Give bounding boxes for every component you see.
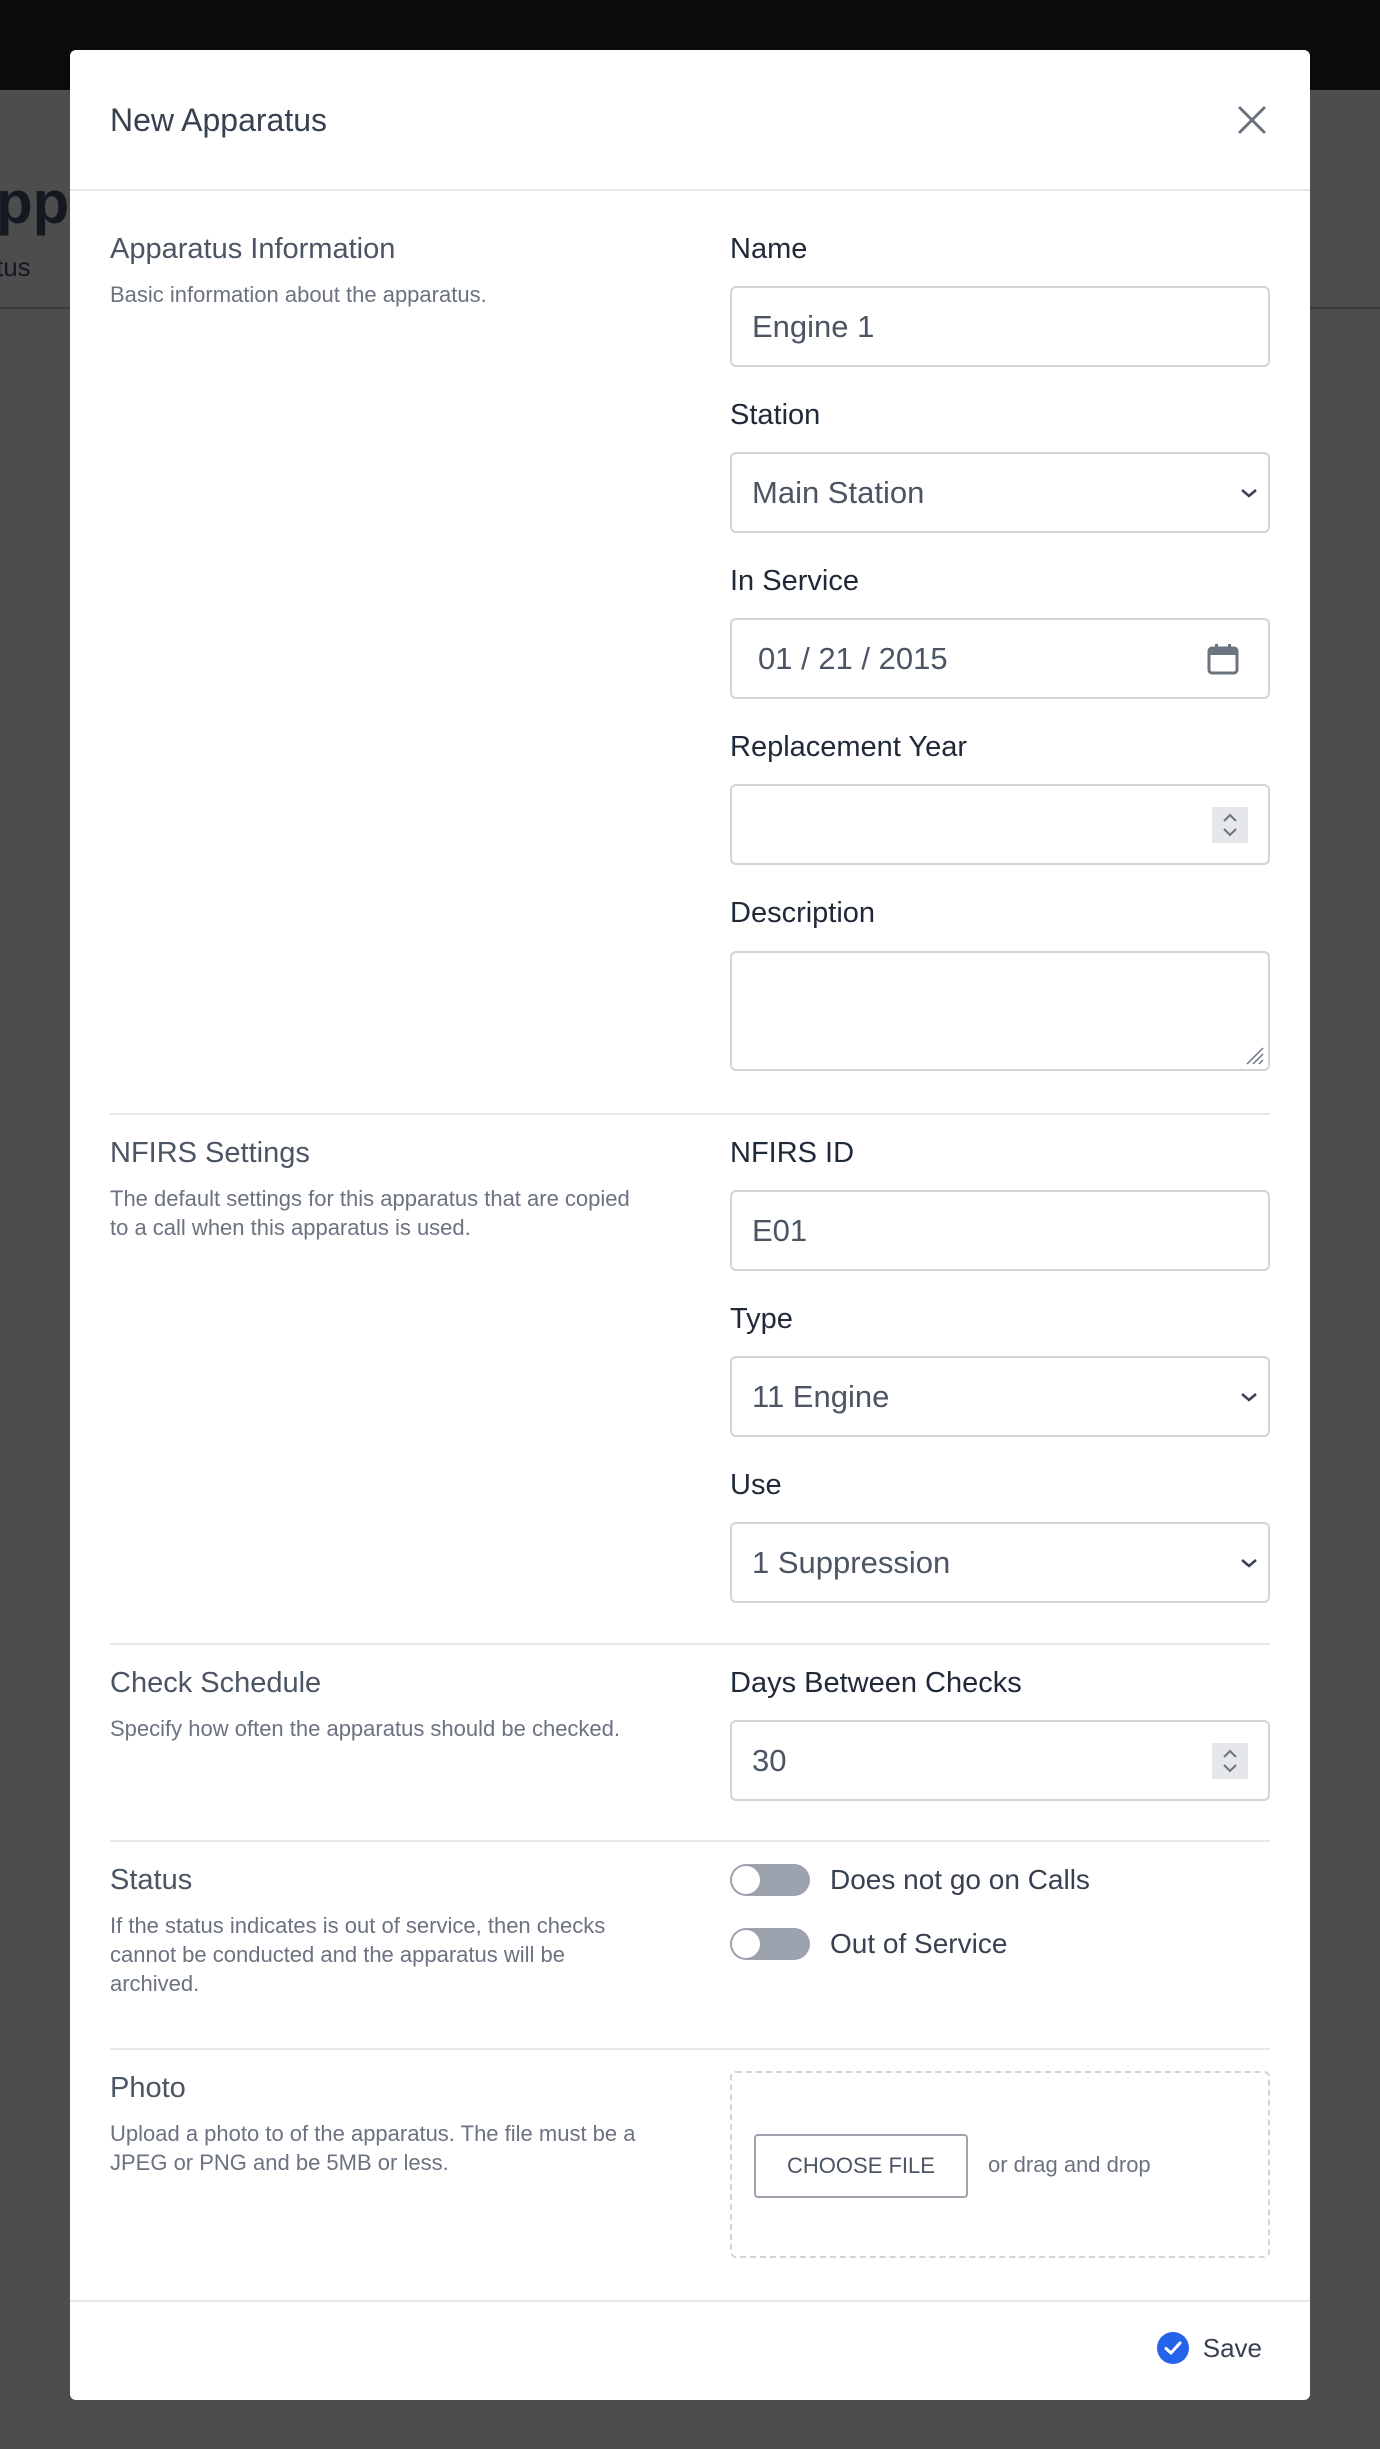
replacement-year-label: Replacement Year [730, 731, 967, 763]
chevron-down-icon [1241, 488, 1257, 498]
nfirs-id-input[interactable]: E01 [730, 1190, 1270, 1271]
footer-divider [70, 2300, 1310, 2302]
toggle-label: Out of Service [830, 1928, 1008, 1959]
close-icon [1238, 106, 1266, 134]
section-desc-status: If the status indicates is out of servic… [110, 1913, 606, 1996]
in-service-label: In Service [730, 565, 859, 597]
use-value: 1 Suppression [752, 1544, 951, 1580]
chevron-down-icon [1241, 1558, 1257, 1568]
resize-handle-icon[interactable] [1241, 1042, 1265, 1066]
station-select[interactable]: Main Station [730, 452, 1270, 533]
calendar-icon[interactable] [1206, 642, 1240, 676]
use-label: Use [730, 1469, 782, 1501]
section-desc-info: Basic information about the apparatus. [110, 282, 487, 307]
spinner-arrows-icon [1223, 813, 1237, 836]
nfirs-id-label: NFIRS ID [730, 1137, 855, 1169]
number-spinner[interactable] [1212, 1742, 1248, 1779]
description-label: Description [730, 897, 876, 929]
choose-file-button[interactable]: CHOOSE FILE [754, 2134, 968, 2198]
section-desc-schedule: Specify how often the apparatus should b… [110, 1716, 621, 1741]
in-service-value: 01 / 21 / 2015 [758, 640, 948, 676]
save-button[interactable]: Save [1156, 2328, 1262, 2368]
section-desc-nfirs: The default settings for this apparatus … [110, 1186, 630, 1240]
modal-title: New Apparatus [110, 102, 328, 138]
section-divider [110, 1113, 1270, 1115]
in-service-date-input[interactable]: 01 / 21 / 2015 [730, 618, 1270, 699]
chevron-down-icon [1241, 1392, 1257, 1402]
station-label: Station [730, 399, 821, 431]
section-title-status: Status [110, 1864, 193, 1896]
toggle-knob [731, 1865, 761, 1895]
drag-drop-hint: or drag and drop [988, 2152, 1151, 2177]
days-between-checks-input[interactable]: 30 [730, 1720, 1270, 1801]
name-input[interactable]: Engine 1 [730, 286, 1270, 367]
description-textarea[interactable] [730, 951, 1270, 1071]
number-spinner[interactable] [1212, 806, 1248, 843]
toggle-does-not-go-on-calls[interactable]: Does not go on Calls [730, 1864, 1090, 1896]
type-select[interactable]: 11 Engine [730, 1356, 1270, 1437]
days-between-checks-value: 30 [752, 1742, 787, 1778]
use-select[interactable]: 1 Suppression [730, 1522, 1270, 1603]
section-desc-photo: Upload a photo to of the apparatus. The … [110, 2121, 636, 2175]
toggle-knob [731, 1929, 761, 1959]
save-label: Save [1202, 2332, 1262, 2363]
section-divider [110, 2048, 1270, 2050]
section-divider [110, 1643, 1270, 1645]
name-value: Engine 1 [752, 308, 875, 344]
type-value: 11 Engine [752, 1378, 890, 1414]
toggle-label: Does not go on Calls [830, 1864, 1090, 1895]
new-apparatus-modal: New Apparatus Apparatus Information Basi… [70, 50, 1310, 2400]
station-value: Main Station [752, 474, 925, 510]
replacement-year-input[interactable] [730, 784, 1270, 865]
nfirs-id-value: E01 [752, 1212, 808, 1248]
toggle-switch[interactable] [730, 1864, 810, 1896]
name-label: Name [730, 233, 808, 265]
section-title-nfirs: NFIRS Settings [110, 1137, 310, 1169]
days-between-checks-label: Days Between Checks [730, 1667, 1022, 1699]
modal-header: New Apparatus [70, 50, 1310, 191]
background-page-subtitle: tus [0, 252, 31, 282]
toggle-out-of-service[interactable]: Out of Service [730, 1928, 1007, 1960]
section-divider [110, 1840, 1270, 1842]
spinner-arrows-icon [1223, 1749, 1237, 1772]
section-title-info: Apparatus Information [110, 233, 396, 265]
photo-dropzone[interactable]: CHOOSE FILE or drag and drop [730, 2071, 1270, 2258]
section-title-photo: Photo [110, 2072, 186, 2104]
check-circle-icon [1156, 2332, 1189, 2364]
close-button[interactable] [1234, 102, 1270, 138]
toggle-switch[interactable] [730, 1928, 810, 1960]
section-title-schedule: Check Schedule [110, 1667, 322, 1699]
type-label: Type [730, 1303, 793, 1335]
